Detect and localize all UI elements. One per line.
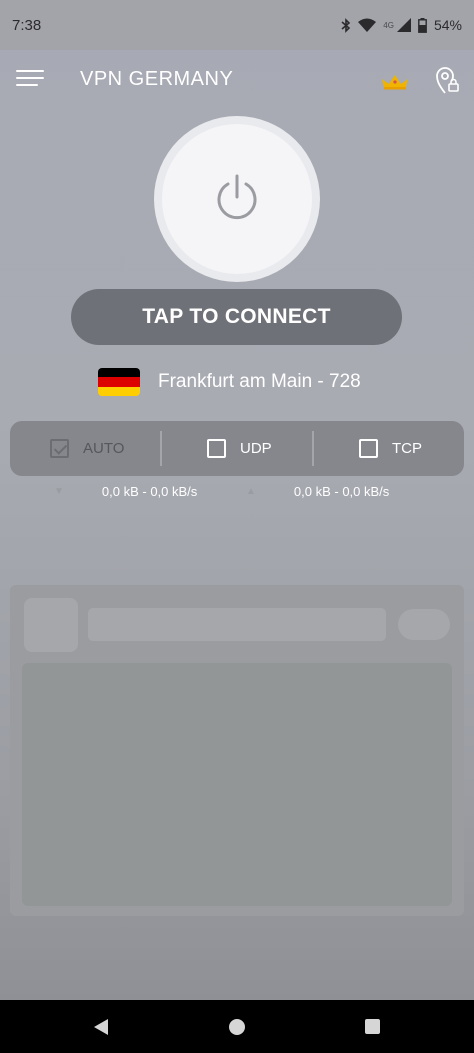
protocol-udp-checkbox[interactable] bbox=[207, 439, 226, 458]
download-stat-text: 0,0 kB - 0,0 kB/s bbox=[101, 484, 198, 499]
ad-title-placeholder bbox=[88, 608, 386, 641]
bluetooth-icon bbox=[341, 17, 351, 33]
home-icon[interactable] bbox=[229, 1019, 245, 1035]
protocol-selector: AUTO UDP TCP bbox=[10, 421, 464, 476]
divider bbox=[312, 431, 314, 466]
connect-button[interactable]: TAP TO CONNECT bbox=[71, 289, 402, 345]
protocol-auto[interactable]: AUTO bbox=[50, 421, 124, 476]
protocol-udp[interactable]: UDP bbox=[207, 421, 272, 476]
protocol-auto-label: AUTO bbox=[83, 440, 125, 457]
battery-icon bbox=[418, 17, 427, 33]
protocol-udp-label: UDP bbox=[240, 440, 272, 457]
recents-icon[interactable] bbox=[365, 1019, 380, 1034]
power-button[interactable] bbox=[154, 116, 320, 282]
upload-stat-text: 0,0 kB - 0,0 kB/s bbox=[293, 484, 390, 499]
ad-placeholder bbox=[10, 585, 464, 916]
protocol-auto-checkbox[interactable] bbox=[50, 439, 69, 458]
menu-icon[interactable] bbox=[16, 70, 46, 92]
ad-body-placeholder bbox=[22, 663, 452, 906]
system-nav-bar bbox=[0, 1000, 474, 1053]
back-icon[interactable] bbox=[94, 1019, 108, 1035]
crown-icon[interactable] bbox=[380, 72, 410, 90]
power-icon bbox=[217, 174, 257, 220]
download-stat: ▼ 0,0 kB - 0,0 kB/s bbox=[54, 484, 197, 499]
upload-stat: ▲ 0,0 kB - 0,0 kB/s bbox=[246, 484, 389, 499]
status-bar: 7:38 4G 54% bbox=[0, 0, 474, 50]
app-bar: VPN GERMANY bbox=[0, 50, 474, 112]
battery-percent: 54% bbox=[433, 17, 462, 33]
location-lock-icon[interactable] bbox=[434, 65, 460, 95]
germany-flag-icon bbox=[98, 368, 140, 396]
server-name: Frankfurt am Main - 728 bbox=[158, 371, 361, 392]
divider bbox=[160, 431, 162, 466]
protocol-tcp[interactable]: TCP bbox=[359, 421, 422, 476]
status-time: 7:38 bbox=[12, 16, 42, 34]
power-button-face[interactable] bbox=[162, 124, 312, 274]
upload-arrow-icon: ▲ bbox=[246, 486, 256, 497]
ad-button-placeholder bbox=[398, 609, 450, 640]
app-title: VPN GERMANY bbox=[80, 68, 234, 90]
protocol-tcp-label: TCP bbox=[392, 440, 422, 457]
wifi-icon bbox=[358, 18, 377, 32]
ad-thumbnail-placeholder bbox=[24, 598, 78, 652]
signal-icon bbox=[396, 18, 411, 32]
server-selector[interactable]: Frankfurt am Main - 728 bbox=[98, 366, 361, 398]
download-arrow-icon: ▼ bbox=[54, 486, 64, 497]
network-type: 4G bbox=[383, 20, 394, 30]
protocol-tcp-checkbox[interactable] bbox=[359, 439, 378, 458]
status-icons: 4G 54% bbox=[341, 17, 462, 33]
